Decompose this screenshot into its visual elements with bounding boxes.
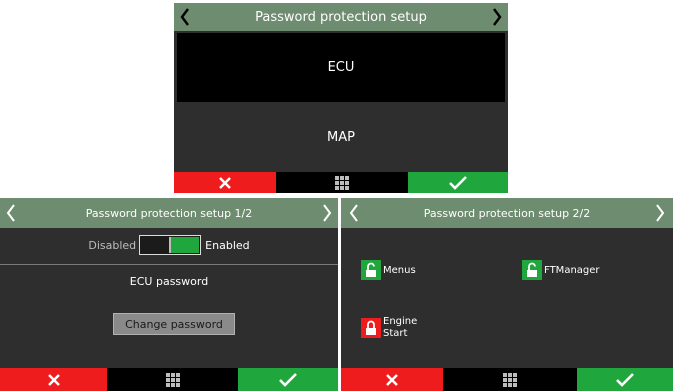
password-setup-screen-2-of-2: Password protection setup 2/2 Menus FTMa… — [341, 198, 673, 391]
change-password-button[interactable]: Change password — [113, 313, 235, 335]
password-setup-screen-1-of-2: Password protection setup 1/2 Disabled E… — [0, 198, 338, 391]
toggle-on-label: Enabled — [205, 238, 250, 252]
toggle-knob — [171, 237, 200, 253]
unlocked-padlock-icon — [361, 260, 381, 280]
screen-header: Password protection setup — [174, 3, 508, 31]
grid-menu-icon — [503, 372, 517, 387]
section-label: ECU password — [129, 275, 209, 288]
toggle-divider — [169, 237, 172, 253]
menu-button[interactable] — [276, 172, 408, 193]
chevron-left-icon — [6, 204, 15, 222]
lock-toggle-menus[interactable]: Menus — [361, 260, 416, 280]
forward-button[interactable] — [492, 3, 502, 31]
confirm-button[interactable] — [408, 172, 508, 193]
bottom-button-bar — [0, 368, 338, 391]
chevron-right-icon — [493, 8, 502, 26]
menu-item-map[interactable]: MAP — [174, 103, 508, 171]
bottom-button-bar — [341, 368, 673, 391]
screen-header: Password protection setup 2/2 — [341, 198, 673, 228]
chevron-left-icon — [349, 204, 358, 222]
grid-menu-icon — [165, 372, 180, 387]
confirm-button[interactable] — [238, 368, 338, 391]
back-button[interactable] — [180, 3, 190, 31]
x-icon — [386, 373, 398, 386]
lock-label: FTManager — [544, 264, 600, 276]
screen-title: Password protection setup 2/2 — [423, 206, 591, 220]
cancel-button[interactable] — [341, 368, 443, 391]
x-icon — [47, 373, 60, 386]
cancel-button[interactable] — [0, 368, 107, 391]
forward-button[interactable] — [655, 198, 665, 228]
confirm-button[interactable] — [577, 368, 673, 391]
bottom-button-bar — [174, 172, 508, 193]
menu-button[interactable] — [107, 368, 238, 391]
menu-item-ecu[interactable]: ECU — [177, 33, 505, 102]
back-button[interactable] — [6, 198, 16, 228]
grid-menu-icon — [335, 175, 349, 190]
back-button[interactable] — [349, 198, 359, 228]
screen-title: Password protection setup 1/2 — [85, 206, 253, 220]
lock-label: Menus — [383, 264, 416, 276]
screen-header: Password protection setup 1/2 — [0, 198, 338, 228]
divider — [0, 264, 338, 265]
change-password-label: Change password — [125, 317, 223, 331]
unlocked-padlock-icon — [522, 260, 542, 280]
lock-toggle-engine-start[interactable]: Engine Start — [361, 316, 417, 340]
lock-toggle-ftmanager[interactable]: FTManager — [522, 260, 600, 280]
screen-title: Password protection setup — [255, 9, 427, 25]
chevron-right-icon — [323, 204, 332, 222]
locked-padlock-icon — [361, 318, 381, 338]
checkmark-icon — [279, 373, 297, 387]
toggle-off-label: Disabled — [88, 238, 137, 252]
cancel-button[interactable] — [174, 172, 276, 193]
enable-toggle[interactable] — [139, 235, 202, 255]
menu-item-label: MAP — [327, 129, 355, 145]
enable-toggle-row: Disabled Enabled — [0, 235, 338, 255]
menu-item-label: ECU — [327, 60, 355, 75]
menu-button[interactable] — [443, 368, 577, 391]
checkmark-icon — [449, 176, 467, 190]
password-setup-screen: Password protection setup ECU MAP — [174, 3, 508, 193]
chevron-right-icon — [656, 204, 665, 222]
lock-label: Engine Start — [383, 316, 418, 339]
chevron-left-icon — [180, 8, 189, 26]
checkmark-icon — [616, 373, 634, 387]
x-icon — [219, 176, 231, 189]
forward-button[interactable] — [322, 198, 332, 228]
